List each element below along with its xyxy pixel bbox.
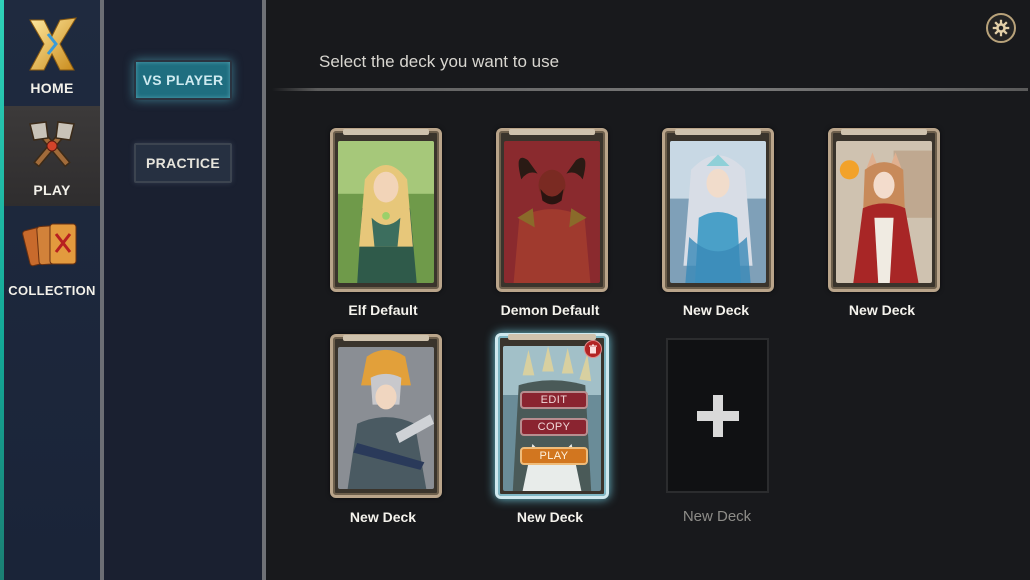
mode-panel: VS PLAYER PRACTICE [104,0,262,580]
new-deck-label: New Deck [682,508,752,525]
edit-deck-button[interactable]: EDIT [520,391,588,409]
nav-item-collection[interactable]: COLLECTION [4,206,100,306]
card-frame-cap [509,129,595,135]
card-frame-cap [675,129,761,135]
x-logo-icon [29,17,77,71]
gear-icon [992,19,1010,37]
play-deck-button[interactable]: PLAY [520,447,588,465]
deck-card-demon-default[interactable] [496,128,608,292]
fox-mage-portrait [836,141,932,284]
deck-name: Demon Default [500,302,600,318]
main-nav: HOME PLAY COLLECTION [0,0,104,580]
deck-name: New Deck [349,509,417,525]
vs-player-button[interactable]: VS PLAYER [134,60,232,100]
nav-item-play[interactable]: PLAY [4,106,100,206]
new-deck-slot[interactable] [666,338,769,493]
card-frame-cap [343,129,429,135]
page-title: Select the deck you want to use [319,52,560,71]
knight-portrait [338,347,434,490]
elf-portrait [338,141,434,284]
practice-button[interactable]: PRACTICE [134,143,232,183]
card-frame-cap [841,129,927,135]
card-frame-cap [508,334,596,340]
card-frame-cap [343,335,429,341]
demon-portrait [504,141,600,284]
deck-card-new-deck[interactable] [828,128,940,292]
deck-card-new-deck-selected[interactable]: EDIT COPY PLAY [495,333,609,499]
settings-button[interactable] [986,13,1016,43]
deck-card-new-deck[interactable] [330,334,442,498]
priestess-portrait [670,141,766,284]
plus-icon [696,394,739,437]
nav-label-collection: COLLECTION [8,283,96,298]
trash-icon [589,344,597,354]
deck-name: New Deck [516,509,584,525]
title-divider [272,88,1028,91]
cards-icon [22,223,77,267]
copy-deck-button[interactable]: COPY [520,418,588,436]
deck-card-new-deck[interactable] [662,128,774,292]
nav-label-home: HOME [30,80,74,96]
deck-name: New Deck [848,302,916,318]
delete-deck-button[interactable] [584,340,602,358]
deck-name: Elf Default [348,302,418,318]
deck-card-elf-default[interactable] [330,128,442,292]
nav-item-home[interactable]: HOME [4,4,100,104]
deck-name: New Deck [682,302,750,318]
crossed-axes-icon [29,121,75,168]
nav-label-play: PLAY [33,182,71,198]
